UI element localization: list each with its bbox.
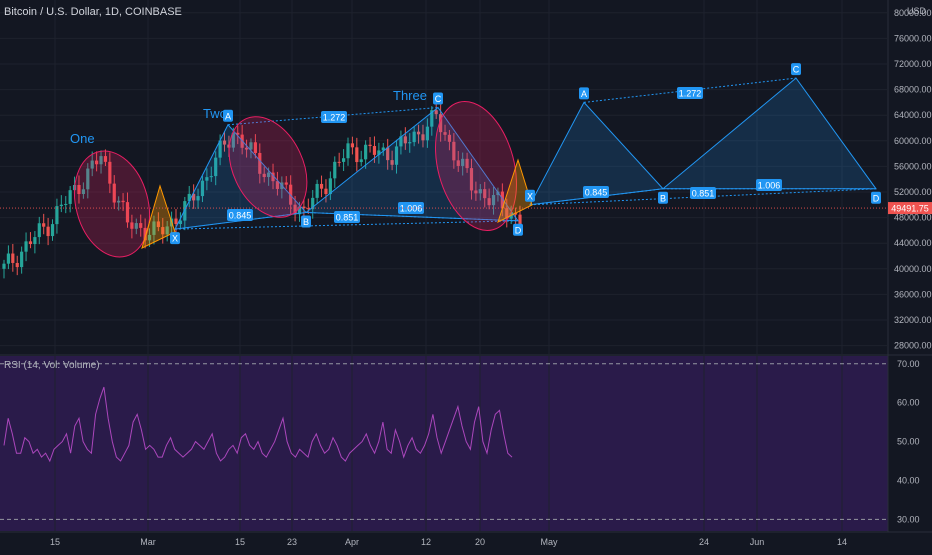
time-tick-label: 14 bbox=[837, 537, 847, 547]
pattern-point-label: B bbox=[303, 217, 309, 227]
candle-body bbox=[55, 206, 59, 225]
symbol-title: Bitcoin / U.S. Dollar, 1D, COINBASE bbox=[4, 6, 182, 18]
price-tick-label: 64000.00 bbox=[894, 110, 932, 120]
chart-stage[interactable]: 80000.00 76000.00 72000.00 68000.00 64000.00… bbox=[0, 0, 932, 550]
price-tick-label: 44000.00 bbox=[894, 238, 932, 248]
candle-body bbox=[174, 218, 178, 224]
candle-body bbox=[24, 241, 28, 252]
candle-body bbox=[333, 161, 337, 179]
candle-body bbox=[42, 223, 46, 227]
rsi-tick-label: 40.00 bbox=[897, 475, 920, 485]
price-chart[interactable]: 80000.0076000.0072000.0068000.0064000.00… bbox=[0, 0, 932, 550]
pattern-point-label: C bbox=[793, 65, 800, 75]
candle-body bbox=[64, 203, 68, 205]
price-tick-label: 76000.00 bbox=[894, 33, 932, 43]
pattern-point-label: D bbox=[515, 225, 522, 235]
time-tick-label: Apr bbox=[345, 537, 359, 547]
rsi-tick-label: 70.00 bbox=[897, 359, 920, 369]
candle-body bbox=[368, 144, 372, 147]
candle-body bbox=[350, 143, 355, 148]
candle-body bbox=[11, 253, 15, 263]
pattern-point-label: D bbox=[873, 193, 880, 203]
price-tick-label: 60000.00 bbox=[894, 136, 932, 146]
wave-label: One bbox=[70, 131, 95, 146]
rsi-tick-label: 30.00 bbox=[897, 514, 920, 524]
candle-body bbox=[341, 158, 346, 162]
time-tick-label: 15 bbox=[50, 537, 60, 547]
time-tick-label: Mar bbox=[140, 537, 156, 547]
ratio-label: 1.272 bbox=[679, 89, 702, 99]
rsi-title: RSI (14, Vol: Volume) bbox=[4, 360, 100, 371]
price-tick-label: 56000.00 bbox=[894, 161, 932, 171]
ratio-label: 1.272 bbox=[323, 113, 346, 123]
candle-body bbox=[346, 143, 350, 159]
pattern-point-label: B bbox=[660, 193, 666, 203]
highlight-ellipse bbox=[74, 150, 150, 258]
price-tick-label: 52000.00 bbox=[894, 187, 932, 197]
candle-body bbox=[337, 161, 341, 163]
time-tick-label: Jun bbox=[750, 537, 765, 547]
candle-body bbox=[59, 204, 63, 207]
pattern-point-label: X bbox=[172, 234, 178, 244]
candle-body bbox=[6, 253, 11, 264]
rsi-panel-background bbox=[0, 356, 888, 531]
pattern-point-label: A bbox=[581, 89, 587, 99]
candle-body bbox=[28, 241, 33, 245]
ratio-label: 1.006 bbox=[400, 204, 423, 214]
candle-body bbox=[46, 226, 50, 237]
price-tick-label: 40000.00 bbox=[894, 264, 932, 274]
candle-body bbox=[68, 190, 72, 204]
candle-body bbox=[364, 144, 368, 160]
ratio-label: 0.851 bbox=[692, 189, 715, 199]
time-tick-label: 24 bbox=[699, 537, 709, 547]
price-tick-label: 32000.00 bbox=[894, 315, 932, 325]
candle-body bbox=[2, 263, 6, 269]
price-tick-label: 36000.00 bbox=[894, 289, 932, 299]
pattern-point-label: X bbox=[527, 191, 533, 201]
candle-body bbox=[20, 251, 24, 268]
candle-body bbox=[359, 159, 363, 163]
rsi-tick-label: 60.00 bbox=[897, 398, 920, 408]
currency-label: USD bbox=[906, 6, 926, 16]
candle-body bbox=[518, 214, 522, 225]
candle-body bbox=[372, 146, 377, 155]
time-tick-label: 12 bbox=[421, 537, 431, 547]
candle-body bbox=[50, 224, 55, 237]
pattern-point-label: C bbox=[435, 94, 442, 104]
candle-body bbox=[355, 147, 359, 163]
price-tick-label: 48000.00 bbox=[894, 213, 932, 223]
time-tick-label: May bbox=[540, 537, 558, 547]
ratio-label: 0.851 bbox=[336, 213, 359, 223]
ratio-label: 0.845 bbox=[229, 211, 252, 221]
candle-body bbox=[324, 188, 328, 195]
rsi-tick-label: 50.00 bbox=[897, 437, 920, 447]
price-tick-label: 28000.00 bbox=[894, 341, 932, 351]
candle-body bbox=[319, 183, 324, 189]
pattern-point-label: A bbox=[225, 111, 231, 121]
candle-body bbox=[315, 183, 319, 198]
candle-body bbox=[15, 262, 19, 268]
time-tick-label: 23 bbox=[287, 537, 297, 547]
ratio-label: 1.006 bbox=[758, 181, 781, 191]
candle-body bbox=[33, 237, 37, 245]
ratio-label: 0.845 bbox=[585, 188, 608, 198]
time-tick-label: 20 bbox=[475, 537, 485, 547]
price-tick-label: 72000.00 bbox=[894, 59, 932, 69]
price-tick-label: 68000.00 bbox=[894, 85, 932, 95]
last-price-label: 49491.75 bbox=[891, 204, 929, 214]
wave-label: Three bbox=[393, 88, 427, 103]
candle-body bbox=[37, 223, 41, 238]
time-tick-label: 15 bbox=[235, 537, 245, 547]
